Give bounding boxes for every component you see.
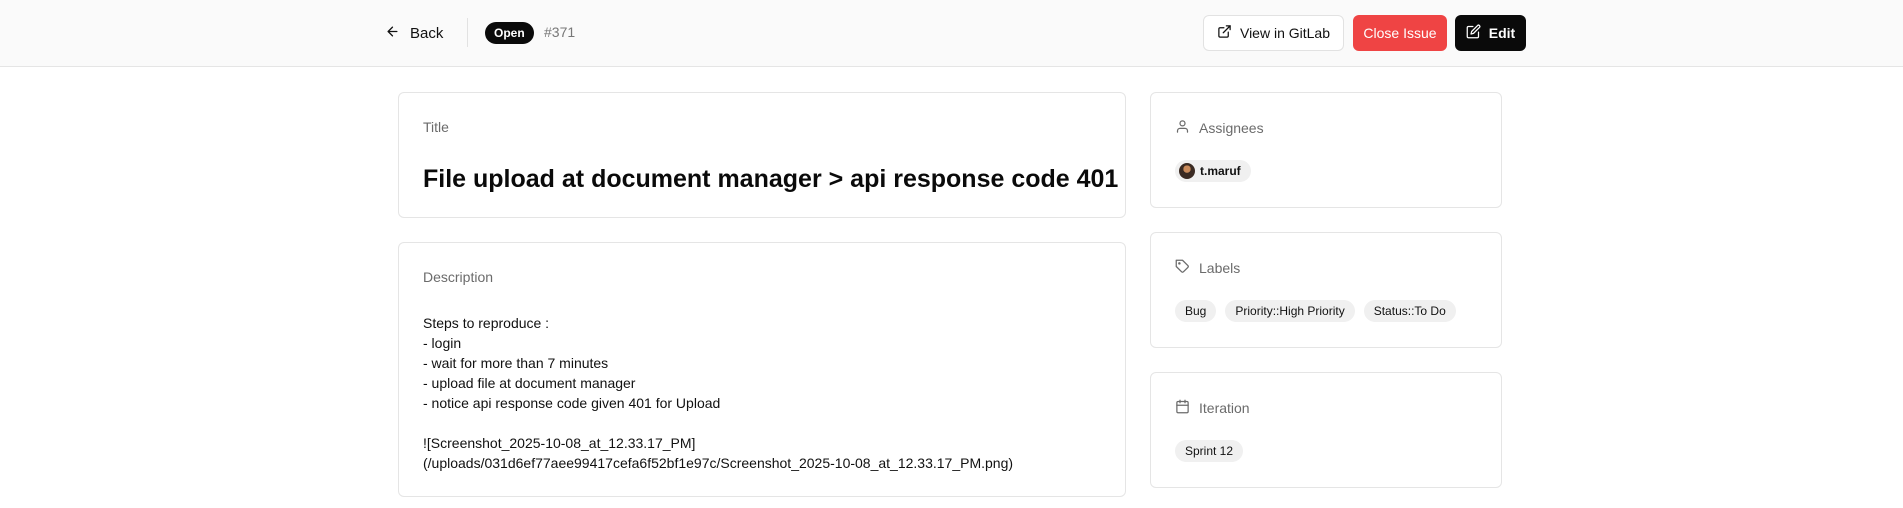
issue-number: #371 — [544, 24, 576, 40]
calendar-icon — [1175, 399, 1190, 417]
iteration-label: Iteration — [1199, 400, 1250, 416]
header-divider — [467, 18, 468, 47]
status-badge: Open — [485, 22, 534, 44]
description-line: - wait for more than 7 minutes — [423, 355, 609, 371]
label-chip-bug[interactable]: Bug — [1175, 300, 1217, 322]
assignees-header: Assignees — [1175, 119, 1264, 137]
iteration-chip[interactable]: Sprint 12 — [1175, 440, 1244, 462]
description-line: Steps to reproduce : — [423, 315, 550, 331]
description-line: - notice api response code given 401 for… — [423, 395, 721, 411]
labels-header: Labels — [1175, 259, 1240, 277]
description-line: - upload file at document manager — [423, 375, 636, 391]
title-card: Title File upload at document manager > … — [398, 92, 1126, 218]
user-icon — [1175, 119, 1190, 137]
tag-icon — [1175, 259, 1190, 277]
iteration-header: Iteration — [1175, 399, 1250, 417]
arrow-left-icon — [385, 24, 400, 43]
avatar — [1179, 163, 1195, 179]
label-chip-status[interactable]: Status::To Do — [1363, 300, 1456, 322]
back-button[interactable]: Back — [385, 22, 443, 44]
labels-card: Labels Bug Priority::High Priority Statu… — [1150, 232, 1502, 348]
back-label: Back — [410, 24, 444, 42]
labels-label: Labels — [1199, 260, 1241, 276]
assignees-card: Assignees t.maruf — [1150, 92, 1502, 208]
assignee-name: t.maruf — [1200, 164, 1241, 178]
description-field-label: Description — [423, 269, 494, 285]
external-link-icon — [1217, 24, 1232, 42]
title-field-label: Title — [423, 119, 449, 135]
label-list: Bug Priority::High Priority Status::To D… — [1175, 300, 1456, 322]
description-body: Steps to reproduce : - login - wait for … — [423, 313, 1103, 473]
issue-title: File upload at document manager > api re… — [423, 165, 1119, 193]
close-issue-label: Close Issue — [1363, 25, 1437, 41]
description-card: Description Steps to reproduce : - login… — [398, 242, 1126, 497]
edit-button[interactable]: Edit — [1455, 15, 1526, 51]
description-image-link[interactable]: ![Screenshot_2025-10-08_at_12.33.17_PM](… — [423, 433, 1103, 473]
edit-label: Edit — [1488, 25, 1516, 41]
iteration-card: Iteration Sprint 12 — [1150, 372, 1502, 488]
description-line: - login — [423, 335, 462, 351]
description-line — [423, 413, 1103, 433]
close-issue-button[interactable]: Close Issue — [1353, 15, 1447, 51]
view-in-gitlab-button[interactable]: View in GitLab — [1203, 15, 1344, 51]
edit-icon — [1466, 24, 1481, 42]
assignee-chip[interactable]: t.maruf — [1175, 160, 1251, 182]
view-in-gitlab-label: View in GitLab — [1239, 25, 1330, 41]
iteration-list: Sprint 12 — [1175, 440, 1244, 462]
assignees-label: Assignees — [1199, 120, 1264, 136]
label-chip-priority[interactable]: Priority::High Priority — [1225, 300, 1355, 322]
top-bar: Back Open #371 View in GitLab Close Issu… — [0, 0, 1903, 67]
assignee-list: t.maruf — [1175, 160, 1251, 182]
